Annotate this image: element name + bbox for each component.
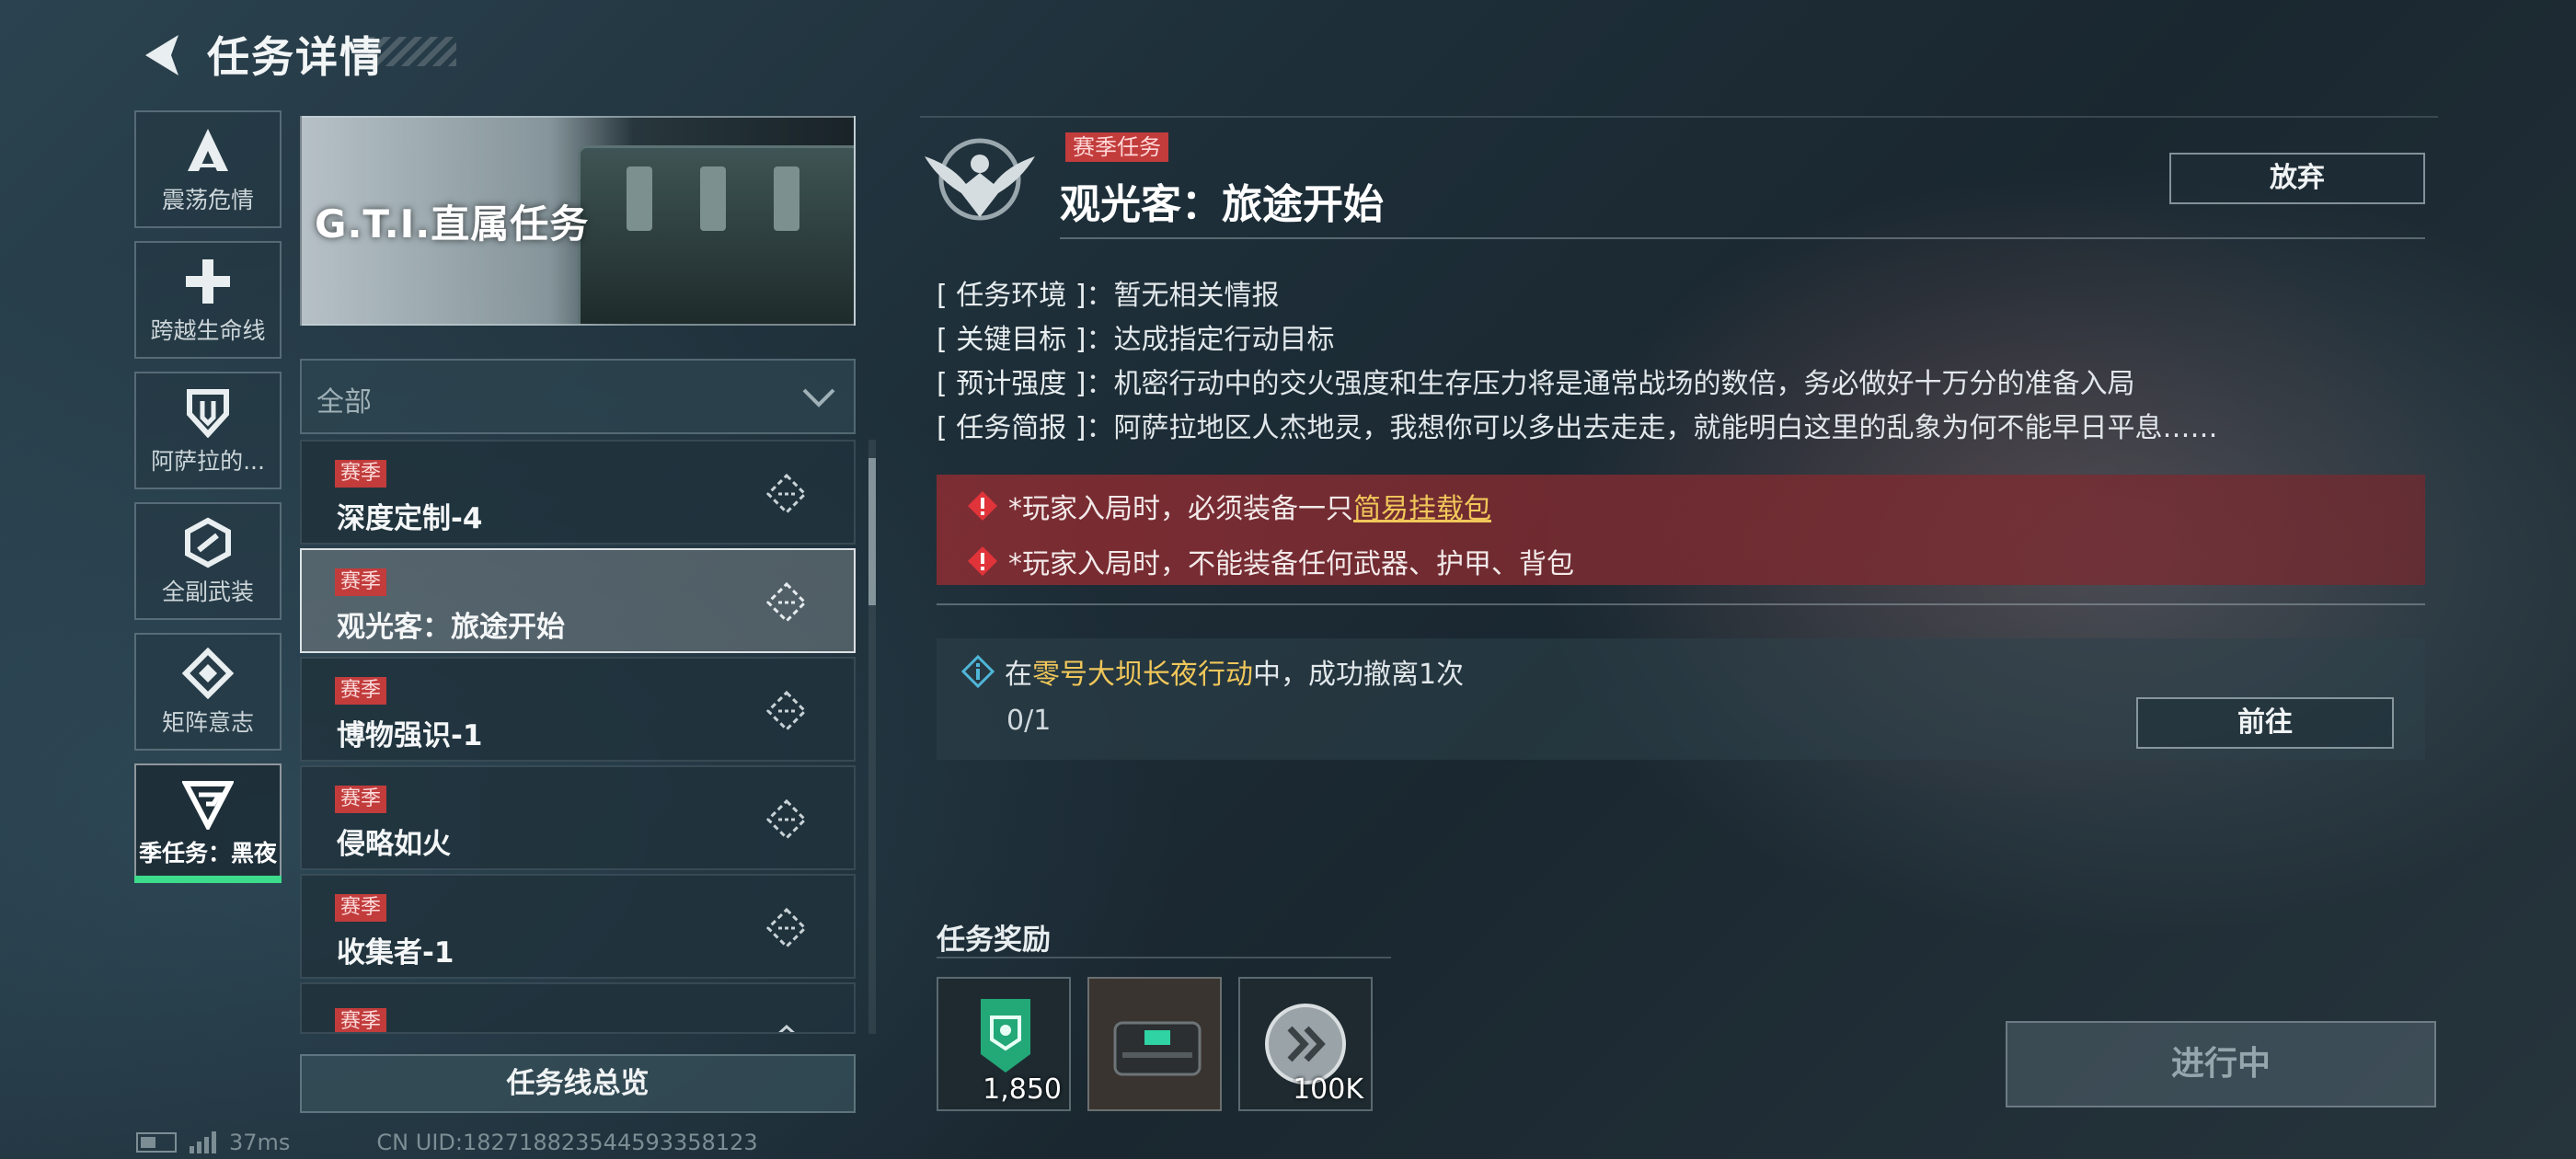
page-title: 任务详情 [207, 32, 384, 82]
info-key: [ 任务环境 ] [937, 280, 1087, 312]
g-emblem-icon [180, 776, 236, 832]
nav-item-1[interactable]: 跨越生命线 [134, 241, 282, 359]
filter-dropdown[interactable]: 全部 [300, 359, 856, 434]
reward-qty: 1,850 [983, 1073, 1062, 1106]
nav-item-label: 全副武装 [161, 579, 254, 605]
info-row-briefing: [ 任务简报 ]：阿萨拉地区人杰地灵，我想你可以多出去走走，就能明白这里的乱象为… [937, 405, 2217, 445]
chevron-up-icon [765, 1021, 808, 1032]
mounting-pack-icon [1110, 1006, 1205, 1089]
objective-text: 在零号大坝长夜行动中，成功撤离1次 [960, 651, 1464, 692]
task-status-icon [765, 907, 808, 949]
warning-row: *玩家入局时，不能装备任何武器、护甲、背包 [966, 541, 1574, 581]
nav-item-4[interactable]: 矩阵意志 [134, 633, 282, 751]
info-row-intensity: [ 预计强度 ]：机密行动中的交火强度和生存压力将是通常战场的数倍，务必做好十万… [937, 361, 2134, 401]
objective-prefix: 在 [1005, 659, 1032, 691]
crate-image [578, 145, 854, 324]
warning-text: *玩家入局时，必须装备一只 [1008, 493, 1353, 525]
filter-label: 全部 [316, 386, 372, 419]
objective-suffix: 中，成功撤离1次 [1253, 659, 1465, 691]
eagle-emblem-icon [920, 129, 1040, 230]
warning-row: *玩家入局时，必须装备一只简易挂载包 [966, 486, 1491, 526]
reward-title: 任务奖励 [937, 924, 1051, 957]
task-name: 观光客：旅途开始 [337, 611, 565, 644]
info-value: ：阿萨拉地区人杰地灵，我想你可以多出去走走，就能明白这里的乱象为何不能早日平息…… [1086, 412, 2218, 444]
season-tag: 赛季 [335, 460, 387, 488]
status-bar: 37ms CN UID:1827188235445933581​23 [136, 1130, 758, 1155]
season-tag: 赛季 [335, 786, 387, 813]
reward-slot-0[interactable]: 1,850 [937, 977, 1071, 1111]
in-progress-button: 进行中 [2006, 1021, 2436, 1107]
chevron-down-icon [800, 383, 837, 412]
banner-title: G.T.I.直属任务 [315, 201, 590, 247]
info-value: ：达成指定行动目标 [1086, 324, 1335, 356]
a-emblem-icon [180, 123, 236, 178]
uid-text: CN UID:1827188235445933581​23 [376, 1130, 758, 1155]
task-title: 观光客：旅途开始 [1060, 181, 1384, 228]
questline-banner: G.T.I.直属任务 [300, 116, 856, 326]
season-tag: 赛季 [335, 568, 387, 596]
battery-icon [136, 1132, 177, 1153]
signal-icon [190, 1131, 216, 1153]
info-key: [ 关键目标 ] [937, 324, 1087, 356]
task-list-item-5[interactable]: 赛季 [300, 982, 856, 1034]
warning-text: *玩家入局时，不能装备任何武器、护甲、背包 [1008, 548, 1574, 580]
requirement-warning-box: *玩家入局时，必须装备一只简易挂载包 *玩家入局时，不能装备任何武器、护甲、背包 [937, 475, 2425, 585]
warning-icon [968, 491, 997, 521]
task-list-item-0[interactable]: 赛季 深度定制-4 [300, 440, 856, 545]
task-name: 深度定制-4 [337, 502, 483, 535]
task-status-icon [765, 690, 808, 732]
task-type-tag: 赛季任务 [1065, 132, 1168, 162]
info-row-environment: [ 任务环境 ]：暂无相关情报 [937, 272, 1279, 313]
diamond-emblem-icon [180, 646, 236, 701]
shield-icon [180, 384, 236, 440]
experience-badge-icon [972, 999, 1040, 1076]
objective-info-icon [960, 654, 995, 689]
info-key: [ 任务简报 ] [937, 412, 1087, 444]
task-list-item-1[interactable]: 赛季 观光客：旅途开始 [300, 548, 856, 653]
cross-icon [180, 254, 236, 309]
reward-slot-1[interactable] [1087, 977, 1222, 1111]
task-name: 侵略如火 [337, 828, 451, 861]
list-scrollbar-thumb[interactable] [868, 458, 876, 605]
task-name: 收集者-1 [337, 936, 454, 970]
info-key: [ 预计强度 ] [937, 368, 1087, 400]
nav-item-label: 阿萨拉的... [151, 448, 265, 475]
nav-item-label: 季任务：黑夜 [139, 840, 277, 866]
ping-text: 37ms [229, 1130, 291, 1155]
reward-slot-2[interactable]: 100K [1238, 977, 1373, 1111]
nav-item-label: 震荡危情 [161, 187, 254, 213]
title-decoration [368, 37, 456, 66]
nav-item-label: 跨越生命线 [150, 317, 266, 344]
task-list-item-4[interactable]: 赛季 收集者-1 [300, 874, 856, 979]
task-status-icon [765, 473, 808, 515]
task-list-item-3[interactable]: 赛季 侵略如火 [300, 765, 856, 870]
nav-item-2[interactable]: 阿萨拉的... [134, 372, 282, 489]
nav-item-0[interactable]: 震荡危情 [134, 110, 282, 228]
back-icon[interactable] [136, 28, 191, 83]
task-list-item-2[interactable]: 赛季 博物强识-1 [300, 657, 856, 762]
season-tag: 赛季 [335, 1008, 387, 1032]
required-item-link[interactable]: 简易挂载包 [1353, 493, 1491, 525]
task-status-icon [765, 798, 808, 841]
objective-box: 在零号大坝长夜行动中，成功撤离1次 0/1 前往 [937, 638, 2425, 760]
nav-item-5[interactable]: 季任务：黑夜 [134, 763, 282, 883]
task-status-icon [765, 581, 808, 624]
objective-map-name: 零号大坝长夜行动 [1032, 659, 1253, 691]
abandon-button[interactable]: 放弃 [2169, 153, 2425, 204]
goto-button[interactable]: 前往 [2136, 697, 2394, 749]
season-tag: 赛季 [335, 894, 387, 922]
warning-icon [968, 546, 997, 576]
info-row-objective: [ 关键目标 ]：达成指定行动目标 [937, 316, 1334, 357]
questline-overview-button[interactable]: 任务线总览 [300, 1054, 856, 1113]
task-name: 博物强识-1 [337, 719, 483, 752]
nav-item-label: 矩阵意志 [161, 709, 254, 736]
active-indicator [134, 876, 282, 883]
info-value: ：暂无相关情报 [1086, 280, 1280, 312]
nav-item-3[interactable]: 全副武装 [134, 502, 282, 620]
objective-progress: 0/1 [1006, 705, 1052, 737]
hex-emblem-icon [180, 515, 236, 570]
reward-qty: 100K [1293, 1073, 1363, 1106]
season-tag: 赛季 [335, 677, 387, 705]
info-value: ：机密行动中的交火强度和生存压力将是通常战场的数倍，务必做好十万分的准备入局 [1086, 368, 2135, 400]
